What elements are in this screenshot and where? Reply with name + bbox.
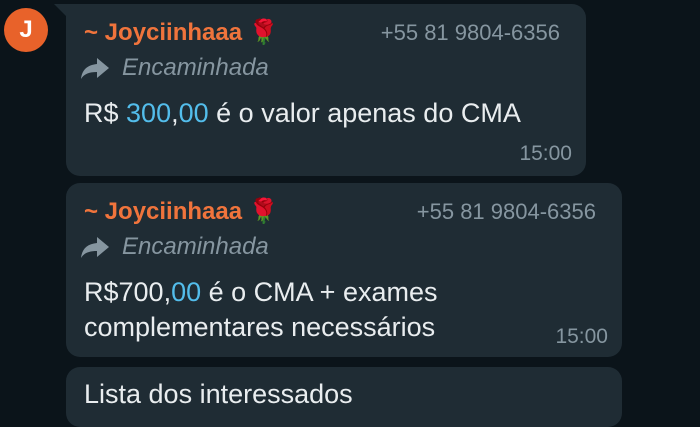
forwarded-indicator: Encaminhada [80,233,269,261]
avatar-letter: J [19,16,33,43]
link-number[interactable]: 00 [179,98,209,128]
forward-arrow-icon [81,58,109,79]
message-time: 15:00 [555,325,608,348]
link-number[interactable]: 300 [126,98,171,128]
message-text: R$700,00 é o CMA + exames complementares … [84,277,438,342]
link-number[interactable]: 00 [171,277,201,307]
message-time: 15:00 [519,142,572,165]
forwarded-label: Encaminhada [122,233,269,260]
message-bubble[interactable]: ~ Joyciinhaaa 🌹 +55 81 9804-6356 Encamin… [66,183,622,357]
message-text: Lista dos interessados [84,379,353,409]
avatar[interactable]: J [4,8,48,52]
sender-phone[interactable]: +55 81 9804-6356 [417,199,596,225]
forward-arrow-icon [81,237,109,258]
sender-name[interactable]: ~ Joyciinhaaa 🌹 [84,197,279,226]
message-bubble[interactable]: Lista dos interessados [66,367,622,427]
message-bubble[interactable]: ~ Joyciinhaaa 🌹 +55 81 9804-6356 Encamin… [54,4,586,176]
forwarded-indicator: Encaminhada [80,54,269,82]
sender-phone[interactable]: +55 81 9804-6356 [381,20,560,46]
forwarded-label: Encaminhada [122,54,269,81]
message-text: R$ 300,00 é o valor apenas do CMA [84,98,521,128]
sender-name[interactable]: ~ Joyciinhaaa 🌹 [84,18,279,47]
